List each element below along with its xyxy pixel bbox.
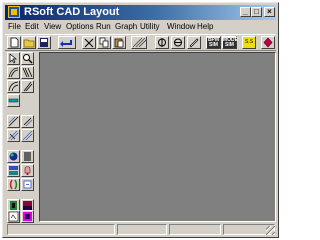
mode-solver-label: MODE SIM: [223, 37, 238, 48]
scan-tool-label: S.S: [244, 39, 254, 45]
menu-edit[interactable]: Edit: [25, 21, 39, 33]
layout-icon[interactable]: [7, 210, 20, 223]
new-file-icon[interactable]: [7, 36, 21, 49]
block-icon[interactable]: [21, 150, 34, 163]
close-button[interactable]: ×: [264, 7, 275, 17]
layout-canvas[interactable]: [39, 52, 276, 222]
rectangle-segment-icon[interactable]: [7, 94, 20, 107]
application-window: RSoft CAD Layout _ □ × File Edit View Op…: [2, 2, 279, 238]
rotate-left-icon[interactable]: [155, 36, 169, 49]
menu-file[interactable]: File: [8, 21, 21, 33]
measure-icon[interactable]: [7, 129, 20, 142]
undo-arrow-icon[interactable]: [58, 36, 76, 49]
select-pointer-icon[interactable]: [7, 52, 20, 65]
resize-grip[interactable]: [266, 226, 275, 235]
save-icon[interactable]: [37, 36, 51, 49]
window-title: RSoft CAD Layout: [24, 6, 120, 18]
bell-icon[interactable]: [21, 164, 34, 177]
menu-help[interactable]: Help: [197, 21, 213, 33]
edit-pen-icon[interactable]: [187, 36, 201, 49]
title-bar[interactable]: RSoft CAD Layout _ □ ×: [5, 5, 276, 20]
curved-guide-icon[interactable]: [7, 66, 20, 79]
maximize-button[interactable]: □: [251, 7, 262, 17]
status-bar: [5, 224, 276, 236]
taper-guide-icon[interactable]: [21, 66, 34, 79]
arc-guide-icon[interactable]: [7, 80, 20, 93]
bpm-sim-icon[interactable]: BPM SIM: [206, 36, 221, 49]
angled-guide-icon[interactable]: [21, 80, 34, 93]
scan-tool-icon[interactable]: S.S: [242, 36, 256, 49]
main-toolbar: BPM SIM MODE SIM S.S: [5, 34, 276, 51]
menu-options[interactable]: Options: [66, 21, 94, 33]
hatch-pattern-icon[interactable]: [131, 36, 147, 49]
refresh-icon[interactable]: [21, 178, 34, 191]
paste-tool-icon[interactable]: [112, 36, 126, 49]
copy-tool-icon[interactable]: [97, 36, 111, 49]
bpm-sim-label: BPM SIM: [207, 37, 220, 48]
bracket-icon[interactable]: [7, 178, 20, 191]
status-pane-3: [169, 224, 221, 235]
edit-vertex-icon[interactable]: [21, 115, 34, 128]
minimize-button[interactable]: _: [240, 7, 251, 17]
menu-bar: File Edit View Options Run Graph Utility…: [5, 21, 276, 33]
zoom-icon[interactable]: [21, 52, 34, 65]
menu-view[interactable]: View: [44, 21, 61, 33]
menu-window[interactable]: Window: [167, 21, 195, 33]
dimension-icon[interactable]: [21, 129, 34, 142]
status-pane-2: [117, 224, 167, 235]
menu-run[interactable]: Run: [96, 21, 111, 33]
line-draw-icon[interactable]: [7, 115, 20, 128]
layer-icon[interactable]: [7, 164, 20, 177]
rotate-right-icon[interactable]: [171, 36, 185, 49]
cut-tool-icon[interactable]: [82, 36, 96, 49]
drawing-palette: [7, 52, 37, 223]
status-pane-1: [7, 224, 115, 235]
open-folder-icon[interactable]: [22, 36, 36, 49]
menu-graph[interactable]: Graph: [115, 21, 137, 33]
app-icon[interactable]: [8, 6, 20, 18]
sphere-icon[interactable]: [7, 150, 20, 163]
mode-solver-icon[interactable]: MODE SIM: [222, 36, 238, 49]
image-icon[interactable]: [21, 210, 34, 223]
menu-utility[interactable]: Utility: [140, 21, 160, 33]
stop-icon[interactable]: [261, 36, 275, 49]
